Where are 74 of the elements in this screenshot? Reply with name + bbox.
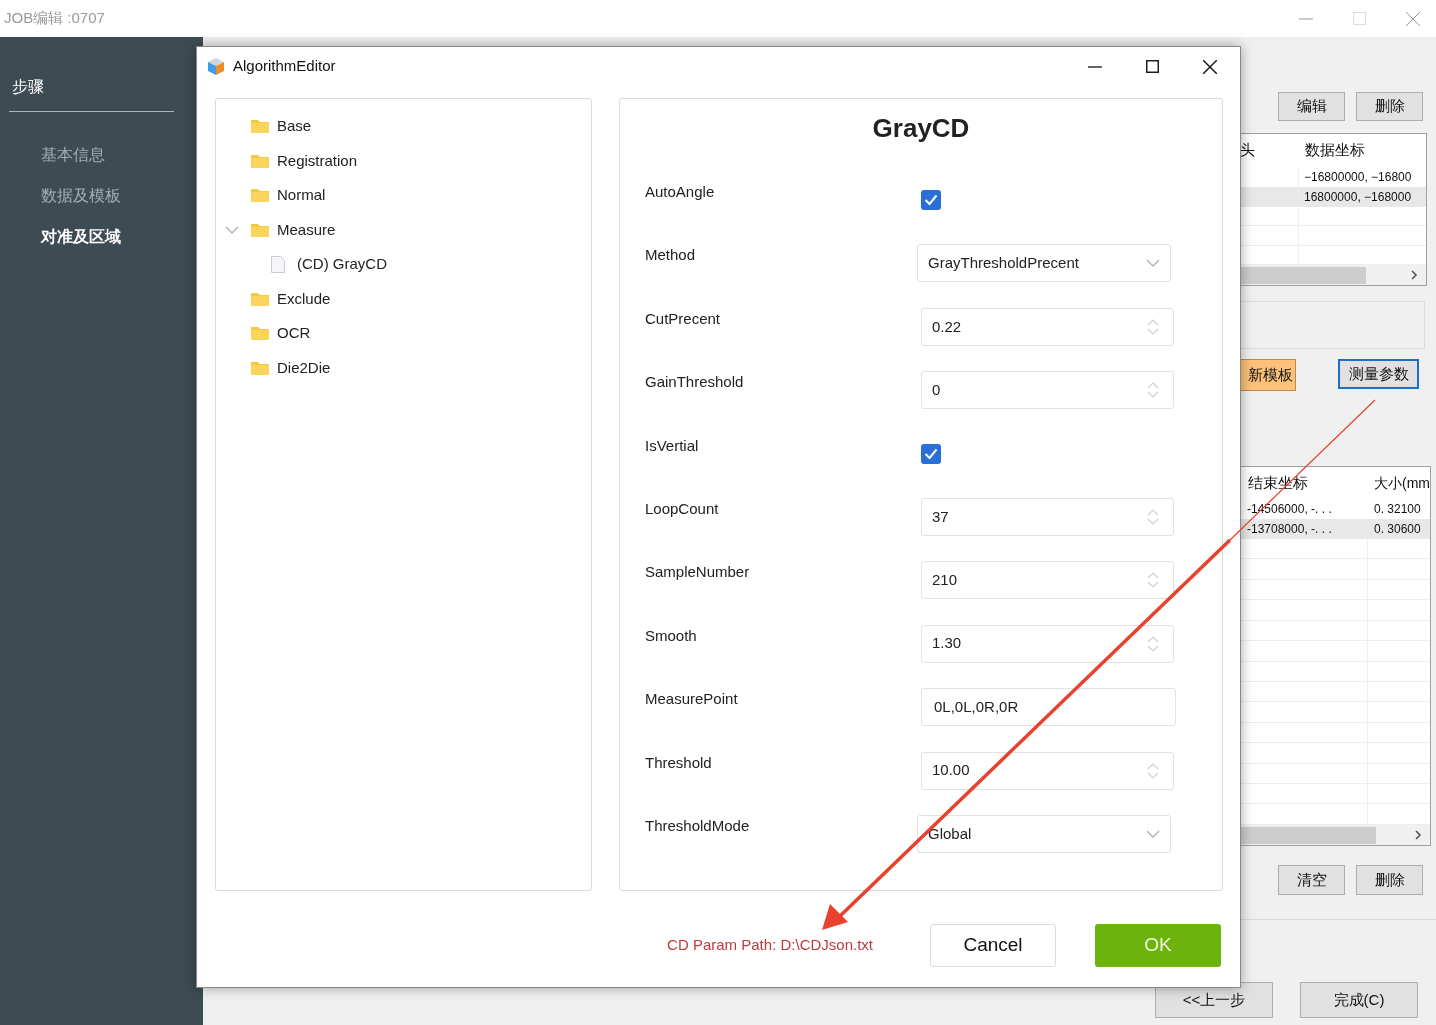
check-icon — [924, 194, 938, 206]
scroll-right-icon[interactable] — [1411, 270, 1418, 280]
table-cell-text: −16800000, −16800 — [1303, 169, 1412, 186]
action-button[interactable]: 删除 — [1356, 865, 1423, 895]
folder-icon — [251, 222, 269, 237]
scrollbar[interactable] — [1240, 265, 1426, 285]
number-field[interactable]: 210 — [921, 561, 1174, 600]
table-row[interactable]: -13708000, -. . . 0. 30600 — [1240, 519, 1430, 539]
column-header: 数据坐标 — [1304, 140, 1365, 161]
tree-item[interactable]: Base — [277, 115, 312, 138]
table-cell-text: 16800000, −168000 — [1303, 189, 1412, 206]
checkbox[interactable] — [921, 190, 941, 210]
dialog-title: AlgorithmEditor — [233, 56, 336, 77]
chevron-down-icon[interactable] — [1146, 829, 1160, 838]
folder-icon — [251, 291, 269, 306]
tree-item[interactable]: Registration — [277, 149, 358, 172]
folder-icon — [251, 119, 269, 134]
action-button[interactable]: 清空 — [1278, 865, 1345, 895]
action-button[interactable]: 完成(C) — [1300, 982, 1418, 1018]
param-label: LoopCount — [645, 498, 720, 519]
column-header: 大小(mm — [1373, 473, 1430, 493]
param-label: MeasurePoint — [645, 689, 739, 710]
scrollbar[interactable] — [1240, 825, 1430, 845]
cube-icon — [208, 58, 224, 75]
action-button[interactable]: 编辑 — [1278, 92, 1345, 121]
action-button[interactable]: 删除 — [1356, 92, 1423, 121]
sidebar-heading: 步骤 — [12, 77, 45, 97]
folder-icon — [251, 153, 269, 168]
minimize-icon[interactable] — [1088, 65, 1102, 68]
dropdown[interactable]: Global — [917, 814, 1171, 853]
panel-heading: GrayCD — [872, 112, 970, 145]
folder-icon — [251, 188, 269, 203]
close-icon[interactable] — [1203, 59, 1217, 74]
number-field[interactable]: 0 — [921, 371, 1174, 410]
window-title: JOB编辑 :0707 — [4, 8, 105, 29]
table-cell-text: 0. 32100 — [1373, 501, 1421, 518]
param-label: SampleNumber — [645, 562, 751, 583]
table-row[interactable]: 16800000, −168000 — [1240, 187, 1426, 207]
param-label: GainThreshold — [645, 372, 745, 393]
chevron-down-icon[interactable] — [1146, 259, 1160, 268]
path-note: CD Param Path: D:\CDJson.txt — [667, 934, 873, 955]
scroll-right-icon[interactable] — [1415, 830, 1422, 840]
template-button[interactable]: 新模板 — [1240, 359, 1296, 391]
chevron-down-icon[interactable] — [225, 225, 239, 234]
table-cell-text: 0. 30600 — [1373, 521, 1421, 538]
checkbox[interactable] — [921, 443, 941, 464]
number-field[interactable]: 10.00 — [921, 751, 1174, 790]
folder-icon — [251, 360, 269, 375]
cancel-button[interactable]: Cancel — [930, 923, 1056, 967]
file-icon — [271, 255, 285, 273]
tree-item[interactable]: Exclude — [277, 287, 331, 310]
number-field[interactable]: 1.30 — [921, 624, 1174, 663]
dropdown[interactable]: GrayThresholdPrecent — [917, 244, 1171, 283]
table-cell-text: -13708000, -. . . — [1246, 521, 1333, 538]
param-label: Threshold — [645, 752, 713, 773]
check-icon — [924, 447, 938, 460]
tree-item[interactable]: (CD) GrayCD — [297, 253, 387, 276]
maximize-icon[interactable] — [1146, 60, 1159, 73]
tree-item[interactable]: Die2Die — [277, 356, 331, 379]
param-label: CutPrecent — [645, 308, 722, 329]
tree-item[interactable]: Measure — [277, 218, 336, 241]
param-label: Smooth — [645, 625, 698, 646]
tree-item[interactable]: OCR — [277, 322, 311, 345]
param-label: IsVertial — [645, 435, 700, 456]
param-label: Method — [645, 245, 697, 266]
number-field[interactable]: 37 — [921, 497, 1174, 536]
column-header: 头 — [1240, 140, 1256, 161]
number-field[interactable]: 0.22 — [921, 307, 1174, 346]
measure-button[interactable]: 测量参数 — [1338, 359, 1419, 389]
folder-icon — [251, 326, 269, 341]
param-label: AutoAngle — [645, 182, 716, 202]
param-label: ThresholdMode — [645, 815, 751, 836]
text-field[interactable]: 0L,0L,0R,0R — [921, 688, 1176, 727]
tree-item[interactable]: Normal — [277, 184, 326, 207]
